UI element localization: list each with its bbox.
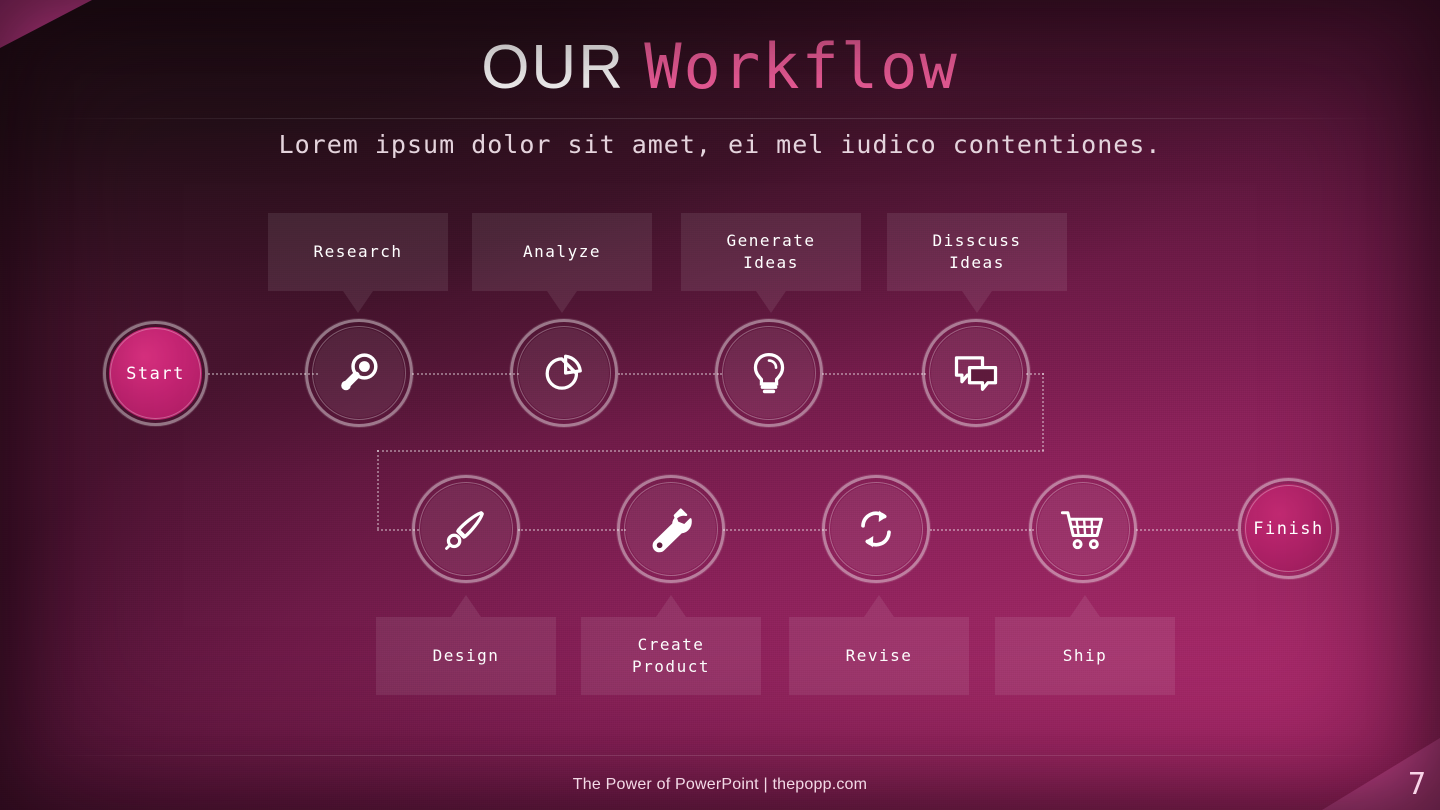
label-box-research-text: Research <box>313 242 403 261</box>
label-box-ship[interactable]: Ship <box>995 595 1175 695</box>
node-finish-label: Finish <box>1253 518 1324 539</box>
label-tail <box>962 291 992 313</box>
label-tail <box>656 595 686 617</box>
label-tail <box>547 291 577 313</box>
label-box-research[interactable]: Research <box>268 213 448 313</box>
shopping-cart-icon <box>1057 503 1109 555</box>
label-box-disscuss-ideas-text: Disscuss Ideas <box>932 231 1022 272</box>
label-box-analyze[interactable]: Analyze <box>472 213 652 313</box>
refresh-cycle-icon <box>850 503 902 555</box>
connector-ship-to-finish <box>1136 529 1238 531</box>
label-box-generate-ideas-text: Generate Ideas <box>726 231 816 272</box>
slide-canvas: OUR Workflow Lorem ipsum dolor sit amet,… <box>0 0 1440 810</box>
connector-analyze-to-generate <box>618 373 722 375</box>
label-box-revise[interactable]: Revise <box>789 595 969 695</box>
connector-start-to-research <box>208 373 318 375</box>
connector-research-to-analyze <box>412 373 519 375</box>
connector-create-to-revise <box>723 529 827 531</box>
label-tail <box>343 291 373 313</box>
node-analyze[interactable] <box>510 319 618 427</box>
workflow-diagram: Research Analyze Generate Ideas Disscuss… <box>0 0 1440 810</box>
connector-wrap-down-left <box>377 450 379 529</box>
node-generate-ideas[interactable] <box>715 319 823 427</box>
node-design[interactable] <box>412 475 520 583</box>
lightbulb-icon <box>743 347 795 399</box>
connector-wrap-down-right <box>1042 373 1044 451</box>
pie-chart-icon <box>538 347 590 399</box>
label-tail <box>756 291 786 313</box>
wrench-icon <box>645 503 697 555</box>
label-box-disscuss-ideas[interactable]: Disscuss Ideas <box>887 213 1067 313</box>
label-box-design[interactable]: Design <box>376 595 556 695</box>
connector-design-to-create <box>518 529 626 531</box>
label-box-generate-ideas[interactable]: Generate Ideas <box>681 213 861 313</box>
speech-bubbles-icon <box>950 347 1002 399</box>
footer-divider <box>40 755 1400 756</box>
connector-generate-to-discuss <box>822 373 926 375</box>
node-create-product[interactable] <box>617 475 725 583</box>
footer-text: The Power of PowerPoint | thepopp.com <box>572 776 868 793</box>
node-finish[interactable]: Finish <box>1238 478 1339 579</box>
node-start[interactable]: Start <box>103 321 208 426</box>
label-tail <box>1070 595 1100 617</box>
connector-wrap-across <box>377 450 1044 452</box>
node-research[interactable] <box>305 319 413 427</box>
magnifier-icon <box>333 347 385 399</box>
node-disscuss-ideas[interactable] <box>922 319 1030 427</box>
node-revise[interactable] <box>822 475 930 583</box>
label-tail <box>864 595 894 617</box>
label-box-create-product-text: Create Product <box>632 635 710 676</box>
label-box-revise-text: Revise <box>845 646 913 665</box>
node-ship[interactable] <box>1029 475 1137 583</box>
label-tail <box>451 595 481 617</box>
node-start-label: Start <box>126 363 185 384</box>
label-box-create-product[interactable]: Create Product <box>581 595 761 695</box>
connector-revise-to-ship <box>930 529 1034 531</box>
page-number: 7 <box>1407 767 1426 802</box>
label-box-analyze-text: Analyze <box>523 242 601 261</box>
label-box-design-text: Design <box>432 646 500 665</box>
paintbrush-icon <box>440 503 492 555</box>
label-box-ship-text: Ship <box>1062 646 1108 665</box>
